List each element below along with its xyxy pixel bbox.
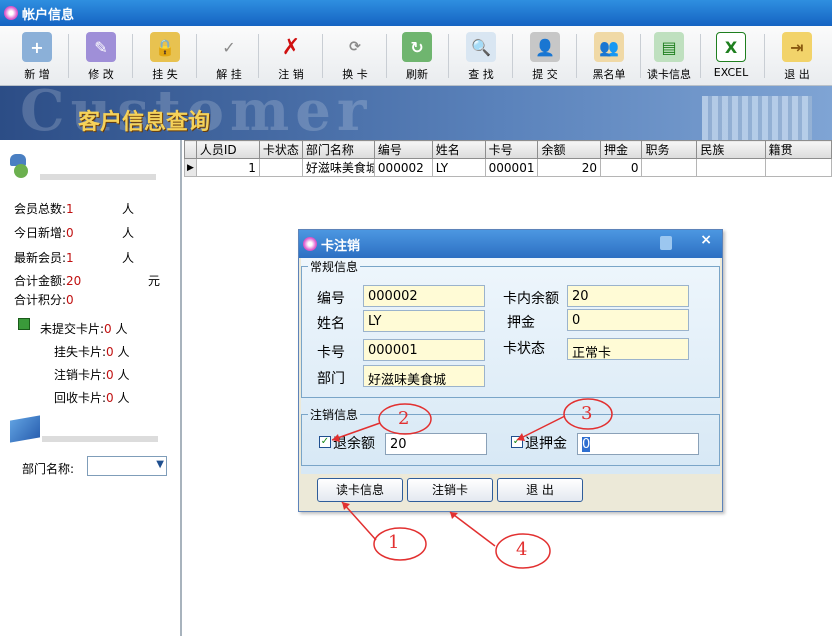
- users-icon: [10, 154, 32, 180]
- refund-deposit-input[interactable]: 0: [577, 433, 699, 455]
- cancel-card-button[interactable]: 注销卡: [407, 478, 493, 502]
- check-icon: ✓: [222, 37, 236, 57]
- card-reader-icon: ▤: [654, 32, 684, 62]
- refresh-card-icon: ⟳: [349, 39, 361, 55]
- annotation-1-ellipse: [373, 527, 427, 561]
- window-title: 帐户信息: [22, 7, 75, 23]
- read-card-info-button[interactable]: 读卡信息: [317, 478, 403, 502]
- annotation-2-label: 2: [398, 408, 410, 429]
- annotation-4-label: 4: [516, 539, 528, 560]
- green-flag-icon: [18, 318, 30, 330]
- balance-field[interactable]: 20: [567, 285, 689, 307]
- annotation-3-label: 3: [581, 403, 593, 424]
- replace-card-button[interactable]: ⟳ 换 卡: [326, 30, 384, 82]
- add-icon: +: [22, 32, 52, 62]
- exit-icon: ⇥: [782, 32, 812, 62]
- exit-toolbar-button[interactable]: ⇥ 退 出: [768, 30, 826, 82]
- banner: Customer 客户信息查询: [0, 86, 832, 140]
- col-number[interactable]: 编号: [373, 140, 433, 159]
- add-button[interactable]: + 新 增: [8, 30, 66, 82]
- refund-deposit-checkbox[interactable]: ✓: [511, 436, 523, 448]
- submit-button[interactable]: 👤 提 交: [516, 30, 574, 82]
- window-titlebar: 帐户信息: [0, 0, 832, 26]
- blacklist-button[interactable]: 👥 黑名单: [580, 30, 638, 82]
- annotation-1-label: 1: [388, 532, 400, 553]
- user-icon: 👤: [530, 32, 560, 62]
- search-icon: 🔍: [466, 32, 496, 62]
- col-ethnic[interactable]: 民族: [696, 140, 766, 159]
- annotation-4-arrowhead: [450, 512, 458, 519]
- dialog-icon: [303, 237, 317, 251]
- unlock-button[interactable]: ✓ 解 挂: [200, 30, 258, 82]
- dialog-titlebar: 卡注销 ×: [299, 230, 722, 258]
- table-header-row: 人员ID 卡状态 部门名称 编号 姓名 卡号 余额 押金 职务 民族 籍贯: [184, 140, 832, 159]
- close-icon[interactable]: ×: [700, 232, 712, 248]
- x-icon: ✗: [281, 34, 301, 60]
- exit-button[interactable]: 退 出: [497, 478, 583, 502]
- building-graphic: [702, 96, 812, 140]
- deposit-field[interactable]: 0: [567, 309, 689, 331]
- report-loss-button[interactable]: 🔒 挂 失: [136, 30, 194, 82]
- member-table: 人员ID 卡状态 部门名称 编号 姓名 卡号 余额 押金 职务 民族 籍贯 ▶ …: [184, 140, 832, 177]
- col-card-no[interactable]: 卡号: [484, 140, 539, 159]
- refresh-icon: ↻: [402, 32, 432, 62]
- col-card-status[interactable]: 卡状态: [258, 140, 303, 159]
- col-dept[interactable]: 部门名称: [301, 140, 375, 159]
- cancel-card-dialog: 卡注销 × 常规信息 编号 000002 姓名 LY 卡号 000001 部门 …: [298, 229, 723, 512]
- refund-balance-checkbox[interactable]: ✓: [319, 436, 331, 448]
- col-deposit[interactable]: 押金: [599, 140, 643, 159]
- refresh-button[interactable]: ↻ 刷新: [388, 30, 446, 82]
- col-balance[interactable]: 余额: [537, 140, 601, 159]
- stats-panel: 会员总数:1 人 今日新增:0 人 最新会员:1 人 合计金额:20 元 合计积…: [0, 140, 182, 636]
- trash-icon[interactable]: [660, 236, 672, 250]
- col-person-id[interactable]: 人员ID: [195, 140, 260, 159]
- toolbar: + 新 增 ✎ 修 改 🔒 挂 失 ✓ 解 挂 ✗ 注 销 ⟳ 换 卡 ↻ 刷新 🔍 查 找 👤…: [0, 26, 832, 86]
- card-no-field[interactable]: 000001: [363, 339, 485, 361]
- chevron-down-icon: ▼: [156, 459, 164, 470]
- table-row[interactable]: ▶ 1 好滋味美食城 000002 LY 000001 20 0: [184, 158, 832, 177]
- department-select[interactable]: ▼: [87, 456, 167, 476]
- card-status-field[interactable]: 正常卡: [567, 338, 689, 361]
- banner-title: 客户信息查询: [78, 110, 211, 135]
- excel-button[interactable]: X EXCEL: [702, 30, 760, 82]
- edit-icon: ✎: [86, 32, 116, 62]
- dept-field[interactable]: 好滋味美食城: [363, 365, 485, 388]
- col-name[interactable]: 姓名: [431, 140, 486, 159]
- edit-button[interactable]: ✎ 修 改: [72, 30, 130, 82]
- name-field[interactable]: LY: [363, 310, 485, 332]
- search-button[interactable]: 🔍 查 找: [452, 30, 510, 82]
- department-icon: [10, 415, 40, 443]
- number-field[interactable]: 000002: [363, 285, 485, 307]
- lock-icon: 🔒: [150, 32, 180, 62]
- people-icon: 👥: [594, 32, 624, 62]
- col-job[interactable]: 职务: [641, 140, 698, 159]
- col-native[interactable]: 籍贯: [764, 140, 832, 159]
- cancel-card-toolbar-button[interactable]: ✗ 注 销: [262, 30, 320, 82]
- row-selector-icon: ▶: [184, 158, 197, 177]
- dialog-title: 卡注销: [321, 238, 361, 254]
- read-card-info-toolbar-button[interactable]: ▤ 读卡信息: [640, 30, 698, 82]
- excel-icon: X: [716, 32, 746, 62]
- annotation-4-arrow: [449, 511, 496, 547]
- refund-balance-input[interactable]: 20: [385, 433, 487, 455]
- app-icon: [4, 6, 18, 20]
